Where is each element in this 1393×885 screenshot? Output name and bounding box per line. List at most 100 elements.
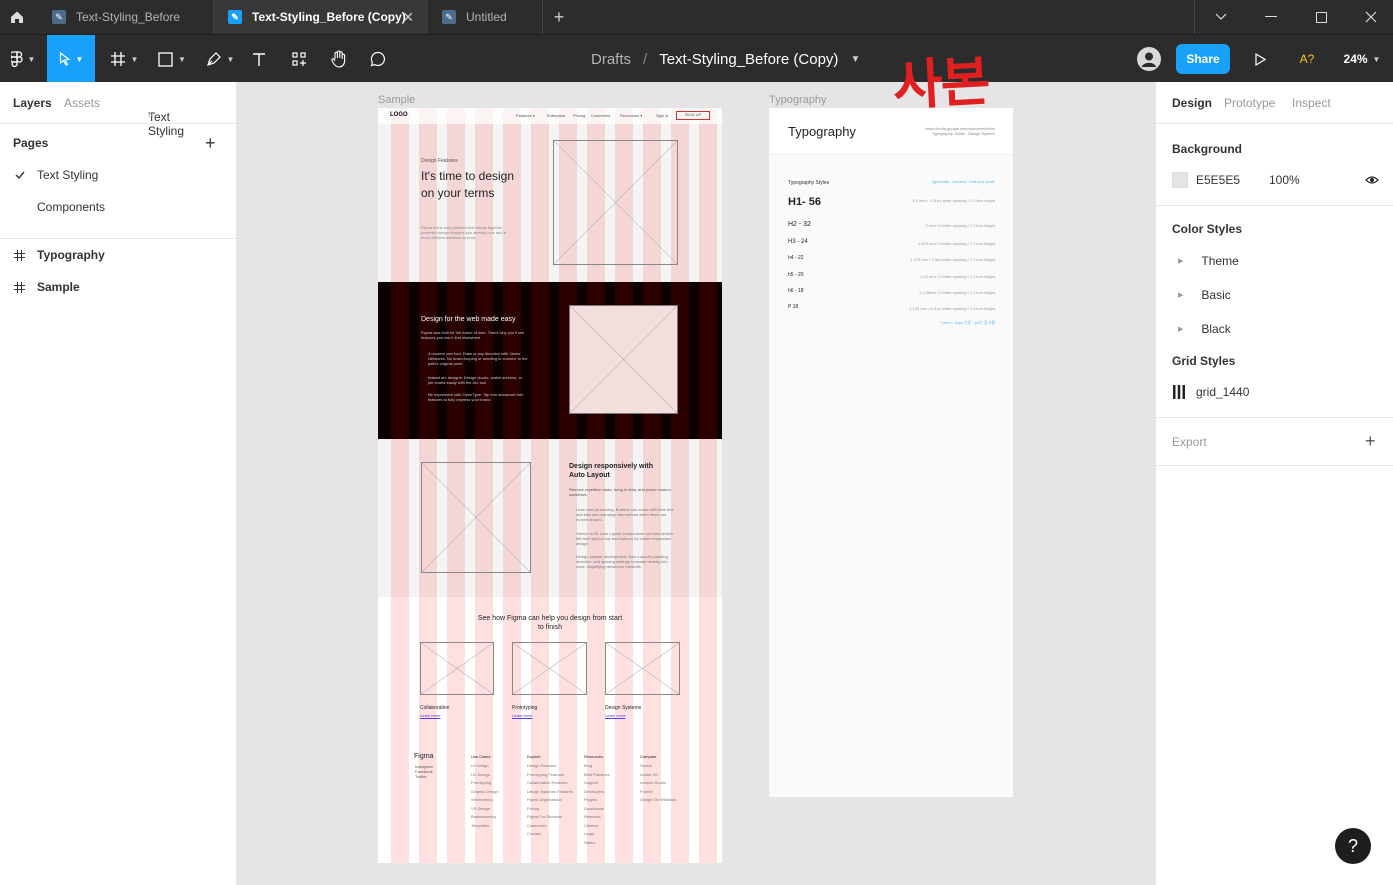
- move-tool-button[interactable]: ▼: [47, 35, 95, 83]
- frame-tool-button[interactable]: ▼: [100, 35, 148, 83]
- frame-label-sample[interactable]: Sample: [378, 94, 415, 106]
- footer-link[interactable]: UI Design: [471, 763, 489, 769]
- footer-link[interactable]: Design Features: [527, 763, 556, 769]
- nav-item[interactable]: Sign in: [656, 113, 668, 119]
- footer-link[interactable]: Sketch: [640, 763, 652, 769]
- figma-file-icon: ✎: [442, 10, 456, 24]
- tab-design[interactable]: Design: [1172, 96, 1212, 110]
- comment-icon: [370, 51, 386, 67]
- background-swatch[interactable]: [1172, 172, 1188, 188]
- missing-fonts-button[interactable]: A?: [1292, 35, 1322, 83]
- footer-link[interactable]: Brainstorming: [471, 814, 496, 820]
- add-page-icon[interactable]: +: [205, 133, 216, 154]
- home-button[interactable]: [0, 0, 34, 34]
- file-name[interactable]: Text-Styling_Before (Copy): [659, 51, 838, 68]
- nav-item[interactable]: Resources ▾: [620, 113, 642, 119]
- rectangle-icon: [158, 51, 173, 67]
- footer-link[interactable]: Support: [584, 780, 598, 786]
- main-menu-button[interactable]: ▼: [0, 35, 46, 83]
- footer-link[interactable]: Careers: [584, 823, 598, 829]
- footer-link[interactable]: Figma For Students: [527, 814, 562, 820]
- footer-link[interactable]: Releases: [584, 814, 601, 820]
- text-tool-button[interactable]: [244, 35, 274, 83]
- footer-link[interactable]: Design Systems Features: [527, 789, 573, 795]
- file-menu-chevron-icon[interactable]: ▼: [850, 54, 860, 65]
- layer-item-sample[interactable]: Sample: [0, 271, 237, 303]
- footer-link[interactable]: Adobe XD: [640, 772, 658, 778]
- nav-item[interactable]: Pricing: [573, 113, 585, 119]
- footer-link[interactable]: Downloads: [584, 806, 604, 812]
- footer-link[interactable]: Developers: [584, 789, 604, 795]
- footer-link[interactable]: Contact: [527, 831, 541, 837]
- styles-link[interactable]: typescale · product · font-size scale: [895, 179, 995, 185]
- new-tab-button[interactable]: +: [546, 0, 572, 34]
- tab-file-copy[interactable]: ✎ Text-Styling_Before (Copy) ✕: [214, 0, 428, 34]
- share-button[interactable]: Share: [1176, 44, 1230, 74]
- footer-link[interactable]: Legal: [584, 831, 594, 837]
- shape-tool-button[interactable]: ▼: [148, 35, 196, 83]
- footer-link[interactable]: Pricing: [527, 806, 539, 812]
- footer-link[interactable]: VR Design: [471, 806, 490, 812]
- nav-item[interactable]: Enterprise: [547, 113, 565, 119]
- footer-link[interactable]: Graphic Design: [471, 789, 499, 795]
- sample-frame[interactable]: LOGO Features ▾ Enterprise Pricing Custo…: [378, 108, 722, 863]
- footer-link[interactable]: Customers: [527, 823, 546, 829]
- frame-label-typography[interactable]: Typography: [769, 94, 826, 106]
- footer-link[interactable]: Blog: [584, 763, 592, 769]
- signup-button[interactable]: SIGN UP: [676, 111, 710, 120]
- footer-link[interactable]: Figma Organization: [527, 797, 562, 803]
- close-window-button[interactable]: [1346, 0, 1393, 34]
- color-style-group-theme[interactable]: ▶ Theme: [1172, 254, 1239, 268]
- background-hex[interactable]: E5E5E5: [1196, 173, 1240, 187]
- footer-link[interactable]: Collaboration Features: [527, 780, 567, 786]
- color-style-group-basic[interactable]: ▶ Basic: [1172, 288, 1231, 302]
- footer-link[interactable]: Wireframing: [471, 797, 493, 803]
- hand-tool-button[interactable]: [324, 35, 354, 83]
- breadcrumb-drafts[interactable]: Drafts: [591, 51, 631, 68]
- page-item-text-styling[interactable]: Text Styling: [0, 159, 237, 191]
- footer-link[interactable]: Prototyping Features: [527, 772, 564, 778]
- figma-file-icon: ✎: [228, 10, 242, 24]
- close-tab-icon[interactable]: ✕: [402, 9, 414, 26]
- resources-button[interactable]: [284, 35, 314, 83]
- footer-link[interactable]: Design On Windows: [640, 797, 676, 803]
- add-export-icon[interactable]: +: [1365, 431, 1376, 452]
- background-fill-row[interactable]: E5E5E5 100%: [1172, 172, 1379, 188]
- maximize-button[interactable]: [1296, 0, 1346, 34]
- footer-link[interactable]: Prototyping: [471, 780, 491, 786]
- footer-link[interactable]: Best Practices: [584, 772, 610, 778]
- nav-item[interactable]: Customers: [591, 113, 610, 119]
- page-item-components[interactable]: Components: [0, 191, 237, 223]
- present-button[interactable]: [1246, 35, 1274, 83]
- footer-link[interactable]: Status: [584, 840, 595, 846]
- tabs-dropdown-button[interactable]: [1196, 0, 1246, 34]
- zoom-menu[interactable]: 24% ▼: [1340, 35, 1384, 83]
- footer-link[interactable]: Plugins: [584, 797, 597, 803]
- eye-icon[interactable]: [1365, 175, 1379, 185]
- layer-item-typography[interactable]: Typography: [0, 239, 237, 271]
- pen-tool-button[interactable]: ▼: [196, 35, 244, 83]
- tab-file-before[interactable]: ✎ Text-Styling_Before: [38, 0, 212, 34]
- tab-assets[interactable]: Assets: [64, 96, 100, 110]
- typography-frame[interactable]: Typography https://fonts.google.com/spec…: [769, 108, 1013, 797]
- color-style-group-black[interactable]: ▶ Black: [1172, 322, 1231, 336]
- footer-link[interactable]: UX Design: [471, 772, 490, 778]
- card-link[interactable]: Learn more: [605, 713, 625, 719]
- footer-link[interactable]: Framer: [640, 789, 653, 795]
- tab-inspect[interactable]: Inspect: [1292, 96, 1331, 110]
- help-button[interactable]: ?: [1335, 828, 1371, 864]
- footer-social[interactable]: Twitter: [415, 774, 427, 780]
- tab-prototype[interactable]: Prototype: [1224, 96, 1275, 110]
- avatar[interactable]: [1132, 35, 1166, 83]
- nav-item[interactable]: Features ▾: [516, 113, 535, 119]
- grid-style-item[interactable]: grid_1440: [1172, 385, 1249, 399]
- minimize-button[interactable]: [1246, 0, 1296, 34]
- tab-untitled[interactable]: ✎ Untitled: [428, 0, 542, 34]
- card-link[interactable]: Learn more: [420, 713, 440, 719]
- footer-link[interactable]: Invision Studio: [640, 780, 666, 786]
- background-opacity[interactable]: 100%: [1269, 173, 1300, 187]
- card-link[interactable]: Learn more: [512, 713, 532, 719]
- tab-layers[interactable]: Layers: [13, 96, 52, 110]
- footer-link[interactable]: Templates: [471, 823, 489, 829]
- comment-tool-button[interactable]: [363, 35, 393, 83]
